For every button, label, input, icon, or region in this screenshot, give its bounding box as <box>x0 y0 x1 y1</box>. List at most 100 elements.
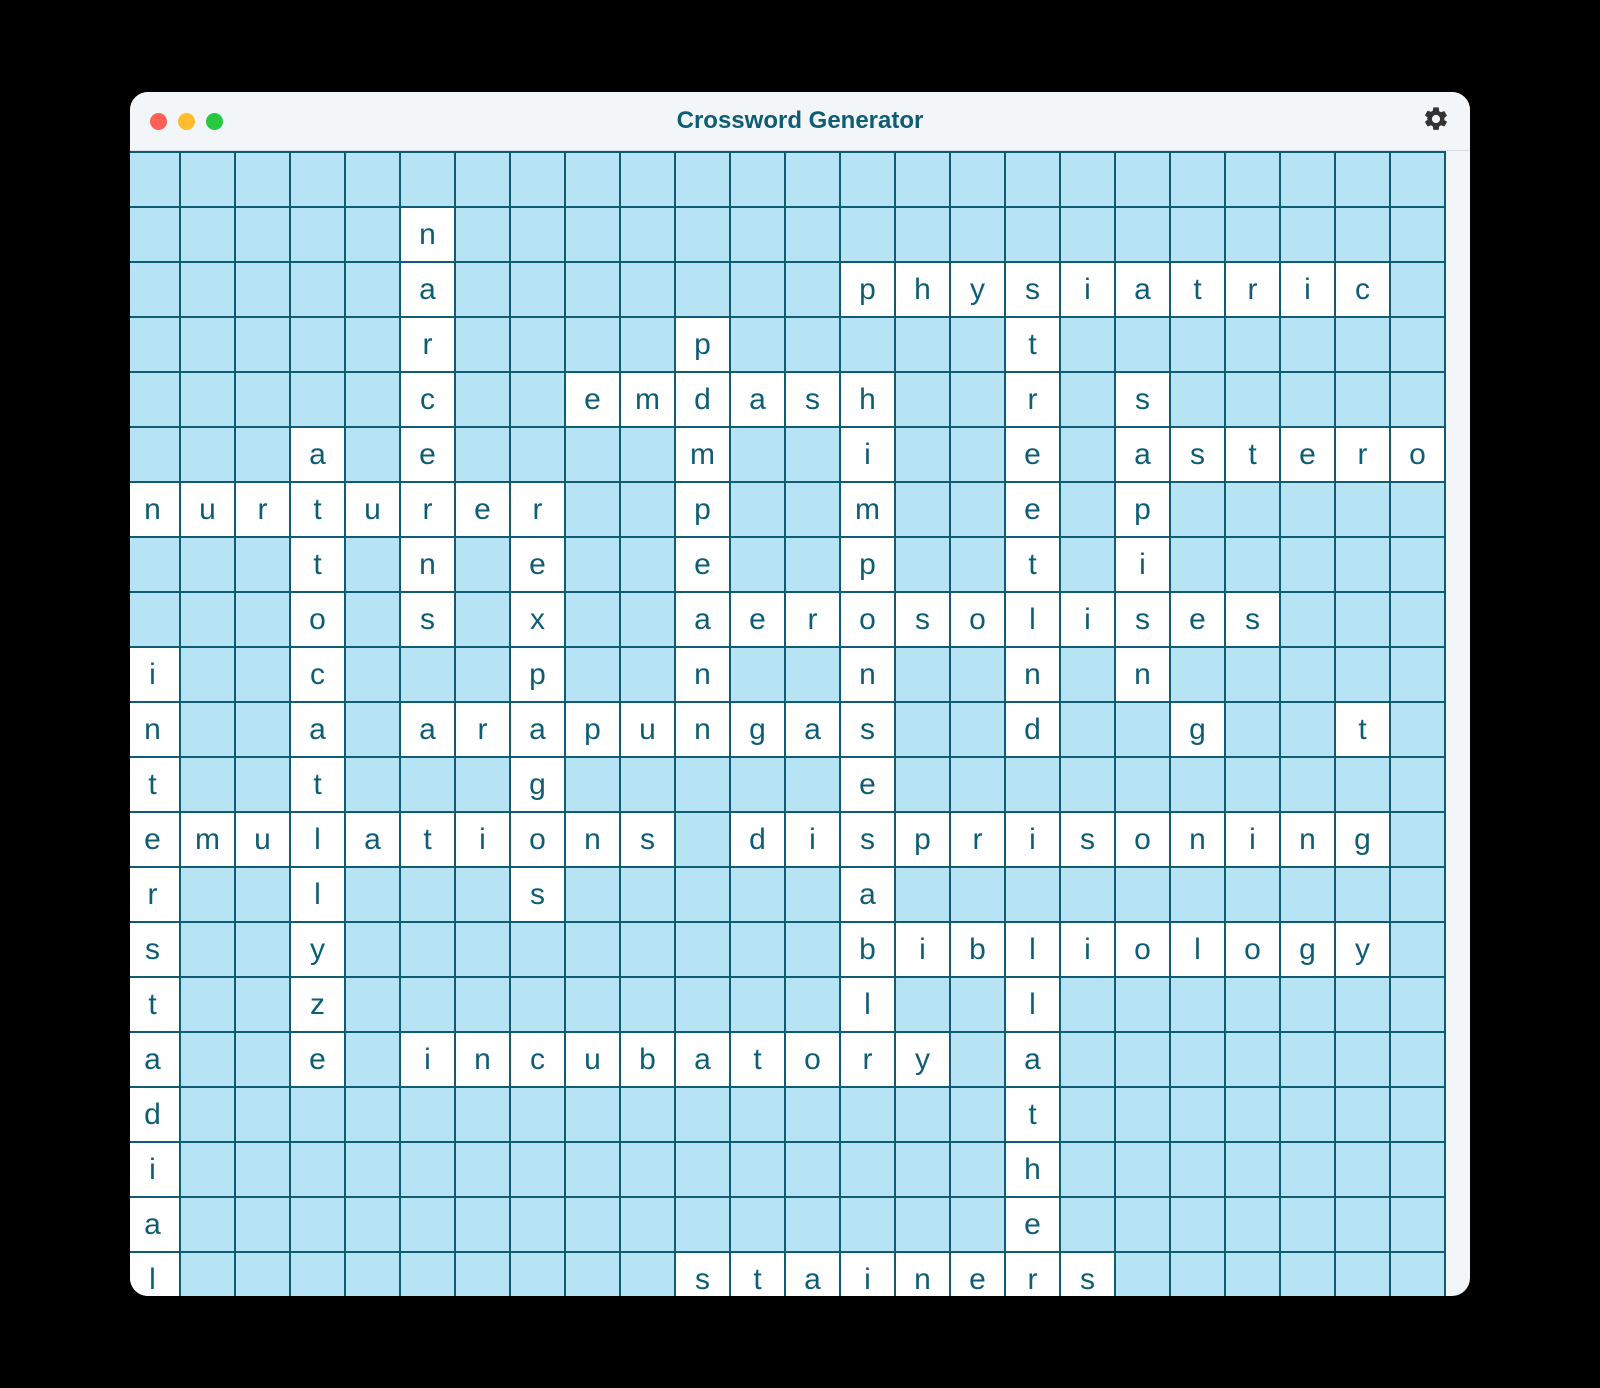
letter-cell[interactable]: p <box>895 812 950 867</box>
letter-cell[interactable]: a <box>1115 427 1170 482</box>
letter-cell[interactable]: p <box>675 482 730 537</box>
letter-cell[interactable]: r <box>455 702 510 757</box>
letter-cell[interactable]: c <box>1335 262 1390 317</box>
letter-cell[interactable]: n <box>130 482 180 537</box>
letter-cell[interactable]: a <box>730 372 785 427</box>
letter-cell[interactable]: s <box>1060 812 1115 867</box>
letter-cell[interactable]: g <box>1335 812 1390 867</box>
letter-cell[interactable]: h <box>1005 1142 1060 1197</box>
settings-button[interactable] <box>1422 105 1450 138</box>
letter-cell[interactable]: r <box>785 592 840 647</box>
letter-cell[interactable]: e <box>950 1252 1005 1296</box>
letter-cell[interactable]: o <box>1115 812 1170 867</box>
letter-cell[interactable]: r <box>1335 427 1390 482</box>
letter-cell[interactable]: n <box>400 537 455 592</box>
letter-cell[interactable]: u <box>620 702 675 757</box>
minimize-icon[interactable] <box>178 113 195 130</box>
letter-cell[interactable]: y <box>950 262 1005 317</box>
letter-cell[interactable]: s <box>895 592 950 647</box>
letter-cell[interactable]: b <box>950 922 1005 977</box>
letter-cell[interactable]: p <box>840 537 895 592</box>
letter-cell[interactable]: n <box>130 702 180 757</box>
letter-cell[interactable]: e <box>840 757 895 812</box>
letter-cell[interactable]: l <box>290 867 345 922</box>
letter-cell[interactable]: o <box>785 1032 840 1087</box>
letter-cell[interactable]: s <box>1170 427 1225 482</box>
letter-cell[interactable]: h <box>840 372 895 427</box>
letter-cell[interactable]: r <box>510 482 565 537</box>
letter-cell[interactable]: g <box>510 757 565 812</box>
letter-cell[interactable]: a <box>1005 1032 1060 1087</box>
letter-cell[interactable]: r <box>400 317 455 372</box>
letter-cell[interactable]: s <box>1115 372 1170 427</box>
letter-cell[interactable]: b <box>840 922 895 977</box>
letter-cell[interactable]: i <box>1060 592 1115 647</box>
letter-cell[interactable]: l <box>840 977 895 1032</box>
letter-cell[interactable]: i <box>1060 262 1115 317</box>
letter-cell[interactable]: r <box>950 812 1005 867</box>
zoom-icon[interactable] <box>206 113 223 130</box>
letter-cell[interactable]: r <box>1005 1252 1060 1296</box>
letter-cell[interactable]: i <box>1115 537 1170 592</box>
letter-cell[interactable]: n <box>1170 812 1225 867</box>
letter-cell[interactable]: s <box>840 812 895 867</box>
letter-cell[interactable]: i <box>1060 922 1115 977</box>
letter-cell[interactable]: s <box>1005 262 1060 317</box>
letter-cell[interactable]: g <box>1280 922 1335 977</box>
letter-cell[interactable]: o <box>1390 427 1445 482</box>
letter-cell[interactable]: p <box>1115 482 1170 537</box>
letter-cell[interactable]: a <box>840 867 895 922</box>
letter-cell[interactable]: x <box>510 592 565 647</box>
letter-cell[interactable]: n <box>895 1252 950 1296</box>
letter-cell[interactable]: i <box>1280 262 1335 317</box>
letter-cell[interactable]: e <box>1005 427 1060 482</box>
letter-cell[interactable]: a <box>785 702 840 757</box>
letter-cell[interactable]: e <box>130 812 180 867</box>
letter-cell[interactable]: t <box>1005 317 1060 372</box>
letter-cell[interactable]: d <box>675 372 730 427</box>
letter-cell[interactable]: y <box>290 922 345 977</box>
letter-cell[interactable]: u <box>345 482 400 537</box>
letter-cell[interactable]: t <box>290 482 345 537</box>
letter-cell[interactable]: m <box>620 372 675 427</box>
letter-cell[interactable]: n <box>675 702 730 757</box>
letter-cell[interactable]: c <box>290 647 345 702</box>
letter-cell[interactable]: d <box>1005 702 1060 757</box>
letter-cell[interactable]: r <box>400 482 455 537</box>
letter-cell[interactable]: s <box>400 592 455 647</box>
letter-cell[interactable]: e <box>675 537 730 592</box>
letter-cell[interactable]: e <box>1005 482 1060 537</box>
letter-cell[interactable]: r <box>840 1032 895 1087</box>
letter-cell[interactable]: r <box>1005 372 1060 427</box>
letter-cell[interactable]: s <box>840 702 895 757</box>
letter-cell[interactable]: n <box>675 647 730 702</box>
letter-cell[interactable]: i <box>455 812 510 867</box>
letter-cell[interactable]: s <box>785 372 840 427</box>
letter-cell[interactable]: t <box>1225 427 1280 482</box>
letter-cell[interactable]: i <box>400 1032 455 1087</box>
letter-cell[interactable]: e <box>1170 592 1225 647</box>
letter-cell[interactable]: m <box>675 427 730 482</box>
letter-cell[interactable]: c <box>510 1032 565 1087</box>
letter-cell[interactable]: a <box>675 1032 730 1087</box>
letter-cell[interactable]: o <box>510 812 565 867</box>
letter-cell[interactable]: s <box>1225 592 1280 647</box>
letter-cell[interactable]: s <box>1115 592 1170 647</box>
letter-cell[interactable]: n <box>400 207 455 262</box>
letter-cell[interactable]: i <box>130 647 180 702</box>
letter-cell[interactable]: a <box>400 262 455 317</box>
letter-cell[interactable]: i <box>895 922 950 977</box>
letter-cell[interactable]: i <box>1005 812 1060 867</box>
letter-cell[interactable]: m <box>180 812 235 867</box>
letter-cell[interactable]: e <box>510 537 565 592</box>
letter-cell[interactable]: t <box>730 1252 785 1296</box>
letter-cell[interactable]: y <box>1335 922 1390 977</box>
letter-cell[interactable]: n <box>455 1032 510 1087</box>
letter-cell[interactable]: t <box>130 757 180 812</box>
letter-cell[interactable]: l <box>1005 592 1060 647</box>
letter-cell[interactable]: d <box>730 812 785 867</box>
letter-cell[interactable]: s <box>130 922 180 977</box>
letter-cell[interactable]: e <box>730 592 785 647</box>
letter-cell[interactable]: u <box>235 812 290 867</box>
letter-cell[interactable]: s <box>510 867 565 922</box>
